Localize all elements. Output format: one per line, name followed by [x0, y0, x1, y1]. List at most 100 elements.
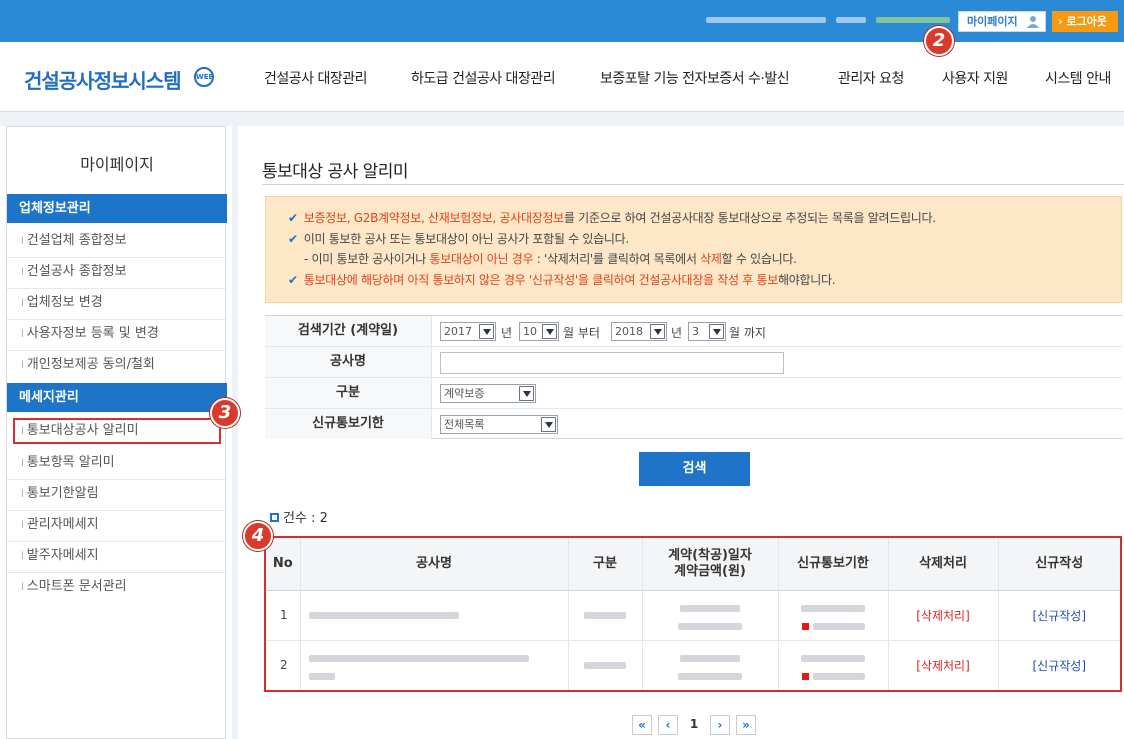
notice-line-4: ✔ 통보대상에 해당하며 아직 통보하지 않은 경우 '신규작성'을 클릭하여 건…	[288, 273, 836, 287]
nav-system-guide[interactable]: 시스템 안내	[1045, 68, 1111, 88]
sidebar-item-company-summary[interactable]: ⅼ 건설업체 종합정보	[7, 227, 227, 255]
page-next-button[interactable]: ›	[710, 715, 730, 735]
nav-construction-ledger[interactable]: 건설공사 대장관리	[264, 68, 368, 88]
results-table: No 공사명 구분 계약(착공)일자 계약금액(원) 신규통보기한 삭제처리 신…	[264, 536, 1122, 692]
annotation-badge-2: 2	[924, 26, 954, 56]
deadline-select[interactable]: 전체목록	[440, 415, 558, 434]
create-link[interactable]: [신규작성]	[998, 640, 1120, 690]
sidebar-item-report-item-alert[interactable]: ⅼ 통보항목 알리미	[7, 449, 227, 477]
type-redacted	[568, 640, 643, 690]
annotation-badge-4: 4	[243, 521, 273, 551]
deadline-redacted	[778, 590, 889, 641]
sidebar-item-user-register[interactable]: ⅼ 사용자정보 등록 및 변경	[7, 320, 227, 348]
col-header-no: No	[266, 538, 301, 591]
deadline-row: 신규통보기한 전체목록	[265, 409, 1122, 440]
chevron-down-icon	[519, 386, 534, 401]
sidebar-item-admin-message[interactable]: ⅼ 관리자메세지	[7, 511, 227, 539]
chevron-down-icon	[479, 324, 494, 339]
web-logo-icon: WEB	[194, 67, 214, 87]
sidebar-title: 마이페이지	[80, 155, 154, 174]
unit-text: 년	[501, 326, 513, 340]
sidebar-item-project-summary[interactable]: ⅼ 건설공사 종합정보	[7, 258, 227, 286]
col-header-new-deadline: 신규통보기한	[778, 538, 889, 591]
to-month-select[interactable]: 3	[688, 322, 726, 341]
nav-subcontract-ledger[interactable]: 하도급 건설공사 대장관리	[411, 68, 556, 88]
chevron-down-icon	[541, 417, 556, 432]
sidebar-item-privacy-consent[interactable]: ⅼ 개인정보제공 동의/철회	[7, 351, 227, 379]
row-number: 1	[266, 590, 301, 641]
nav-user-support[interactable]: 사용자 지원	[942, 68, 1008, 88]
col-header-project-name: 공사명	[300, 538, 569, 591]
user-info-redacted	[876, 17, 950, 23]
delete-link[interactable]: [삭제처리]	[888, 590, 999, 641]
user-info-redacted	[836, 17, 866, 23]
table-row: 2 [삭제처리] [신규작성]	[266, 640, 1120, 690]
type-row: 구분 계약보증	[265, 378, 1122, 409]
from-month-select[interactable]: 10	[519, 322, 559, 341]
page-last-button[interactable]: »	[736, 715, 756, 735]
from-year-select[interactable]: 2017	[440, 322, 496, 341]
unit-text: 년	[671, 326, 683, 340]
table-row: 1 [삭제처리] [신규작성]	[266, 590, 1120, 641]
square-bullet-icon	[270, 513, 279, 522]
left-sidebar: 마이페이지 업체정보관리 ⅼ 건설업체 종합정보 ⅼ 건설공사 종합정보 ⅼ 업체정보…	[6, 126, 227, 739]
sidebar-item-company-edit[interactable]: ⅼ 업체정보 변경	[7, 289, 227, 317]
deadline-redacted	[778, 640, 889, 690]
search-button[interactable]: 검색	[639, 452, 750, 486]
annotation-badge-3: 3	[210, 398, 240, 428]
notice-line-2: ✔ 이미 통보한 공사 또는 통보대상이 아닌 공사가 포함될 수 있습니다.	[288, 232, 629, 246]
header-gap	[0, 112, 1124, 126]
person-icon	[1027, 16, 1039, 28]
col-header-delete: 삭제처리	[888, 538, 999, 591]
sidebar-item-target-project-alert[interactable]: ⅼ 통보대상공사 알리미	[13, 418, 221, 444]
type-label: 구분	[265, 378, 432, 408]
project-name-row: 공사명	[265, 347, 1122, 378]
site-logo[interactable]: 건설공사정보시스템	[24, 65, 182, 94]
type-select[interactable]: 계약보증	[440, 384, 536, 403]
main-header: 건설공사정보시스템 WEB 건설공사 대장관리 하도급 건설공사 대장관리 보증…	[0, 42, 1124, 112]
period-row: 검색기간 (계약일) 2017 년 10 월 부터 2018 년 3 월 까지	[265, 316, 1122, 347]
col-header-type: 구분	[568, 538, 643, 591]
unit-text: 월 부터	[563, 326, 600, 340]
nav-e-guarantee[interactable]: 보증포탈 기능 전자보증서 수·발신	[600, 68, 790, 88]
type-redacted	[568, 590, 643, 641]
col-header-create: 신규작성	[998, 538, 1120, 591]
sidebar-section-company-info: 업체정보관리	[7, 194, 227, 223]
check-icon: ✔	[288, 211, 298, 225]
deadline-label: 신규통보기한	[265, 409, 432, 439]
unit-text: 월 까지	[729, 326, 766, 340]
to-year-select[interactable]: 2018	[611, 322, 667, 341]
date-amount-redacted	[642, 640, 779, 690]
sidebar-item-client-message[interactable]: ⅼ 발주자메세지	[7, 542, 227, 570]
chevron-down-icon	[542, 324, 557, 339]
page-current[interactable]: 1	[684, 715, 704, 735]
project-name-redacted	[300, 590, 569, 641]
delete-link[interactable]: [삭제처리]	[888, 640, 999, 690]
notice-line-3: - 이미 통보한 공사이거나 통보대상이 아닌 경우 : '삭제처리'를 클릭하…	[304, 252, 797, 266]
title-divider	[262, 184, 1124, 185]
logout-button[interactable]: › 로그아웃	[1052, 11, 1118, 32]
nav-admin-request[interactable]: 관리자 요청	[838, 68, 904, 88]
result-count: 건수 : 2	[270, 507, 328, 526]
check-icon: ✔	[288, 273, 298, 287]
top-utility-bar: 마이페이지 › 로그아웃	[0, 0, 1124, 42]
sidebar-item-deadline-alert[interactable]: ⅼ 통보기한알림	[7, 480, 227, 508]
chevron-down-icon	[709, 324, 724, 339]
project-name-redacted	[300, 640, 569, 690]
col-header-contract-date-amount: 계약(착공)일자 계약금액(원)	[642, 538, 779, 591]
mypage-button[interactable]: 마이페이지	[958, 11, 1046, 32]
page-first-button[interactable]: «	[632, 715, 652, 735]
user-info-redacted	[706, 17, 826, 23]
project-name-label: 공사명	[265, 347, 432, 377]
notice-line-1: ✔ 보증정보, G2B계약정보, 산재보험정보, 공사대장정보를 기준으로 하여 …	[288, 211, 936, 225]
sidebar-item-smartphone-docs[interactable]: ⅼ 스마트폰 문서관리	[7, 573, 227, 601]
page-prev-button[interactable]: ‹	[658, 715, 678, 735]
period-label: 검색기간 (계약일)	[265, 316, 432, 346]
project-name-input[interactable]	[440, 352, 784, 374]
row-number: 2	[266, 640, 301, 690]
column-gutter	[232, 126, 238, 739]
search-form: 검색기간 (계약일) 2017 년 10 월 부터 2018 년 3 월 까지 …	[265, 315, 1122, 439]
create-link[interactable]: [신규작성]	[998, 590, 1120, 641]
table-header-row: No 공사명 구분 계약(착공)일자 계약금액(원) 신규통보기한 삭제처리 신…	[266, 538, 1120, 591]
sidebar-section-messages: 메세지관리	[7, 383, 227, 412]
